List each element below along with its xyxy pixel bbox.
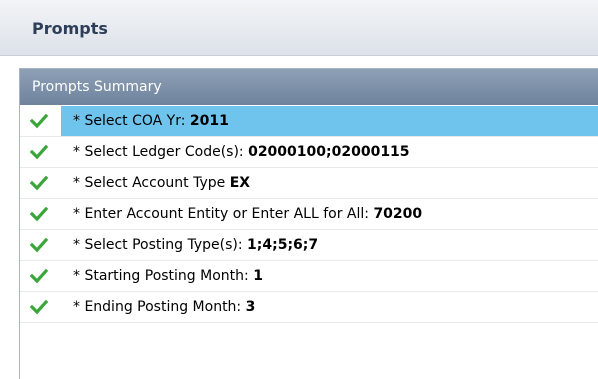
prompt-row-text: * Select COA Yr: 2011 <box>73 113 229 129</box>
checkmark-icon <box>30 299 48 315</box>
prompt-value: 70200 <box>373 206 423 222</box>
prompt-row-label-area[interactable]: * Select Ledger Code(s): 02000100;020001… <box>61 137 598 167</box>
prompt-row-text: * Select Account Type EX <box>73 175 250 191</box>
prompt-row-text: * Enter Account Entity or Enter ALL for … <box>73 206 422 222</box>
prompt-value: 3 <box>245 299 256 315</box>
prompt-row-label-area[interactable]: * Ending Posting Month: 3 <box>61 292 598 322</box>
checkmark-icon <box>30 113 48 129</box>
prompt-label: * Select Posting Type(s): <box>73 237 248 253</box>
prompt-row-text: * Select Posting Type(s): 1;4;5;6;7 <box>73 237 318 253</box>
prompt-row-label-area[interactable]: * Enter Account Entity or Enter ALL for … <box>61 199 598 229</box>
prompt-value: 02000100;02000115 <box>248 144 410 160</box>
prompt-row-account-entity[interactable]: * Enter Account Entity or Enter ALL for … <box>20 199 598 230</box>
prompt-value: 1;4;5;6;7 <box>247 237 319 253</box>
prompt-value: 1 <box>253 268 263 284</box>
prompts-summary-list: * Select COA Yr: 2011 * Select Ledger Co… <box>20 106 598 323</box>
prompt-row-label-area[interactable]: * Select Posting Type(s): 1;4;5;6;7 <box>61 230 598 260</box>
prompts-header: Prompts <box>0 0 598 56</box>
checkmark-icon <box>30 175 48 191</box>
checkmark-icon <box>30 237 48 253</box>
prompt-row-ledger-code[interactable]: * Select Ledger Code(s): 02000100;020001… <box>20 137 598 168</box>
checkmark-icon <box>30 144 48 160</box>
prompts-summary-title: Prompts Summary <box>32 79 162 95</box>
prompts-summary-panel: Prompts Summary * Select COA Yr: 2011 * … <box>19 68 598 379</box>
prompt-label: * Enter Account Entity or Enter ALL for … <box>73 206 374 222</box>
prompt-label: * Select Account Type <box>73 175 230 191</box>
prompt-row-text: * Starting Posting Month: 1 <box>73 268 263 284</box>
prompt-row-label-area[interactable]: * Select COA Yr: 2011 <box>61 106 598 136</box>
prompts-title: Prompts <box>32 19 108 38</box>
prompt-row-ending-month[interactable]: * Ending Posting Month: 3 <box>20 292 598 323</box>
prompt-value: 2011 <box>189 113 229 129</box>
checkmark-icon <box>30 206 48 222</box>
prompt-row-label-area[interactable]: * Starting Posting Month: 1 <box>61 261 598 291</box>
prompt-row-label-area[interactable]: * Select Account Type EX <box>61 168 598 198</box>
checkmark-icon <box>30 268 48 284</box>
prompt-label: * Select COA Yr: <box>73 113 190 129</box>
prompt-value: EX <box>229 175 251 191</box>
prompts-summary-header: Prompts Summary <box>20 69 598 105</box>
prompt-label: * Starting Posting Month: <box>73 268 254 284</box>
prompts-page: Prompts Prompts Summary * Select COA Yr:… <box>0 0 598 379</box>
prompt-label: * Select Ledger Code(s): <box>73 144 249 160</box>
prompt-row-coa-year[interactable]: * Select COA Yr: 2011 <box>20 106 598 137</box>
prompt-row-account-type[interactable]: * Select Account Type EX <box>20 168 598 199</box>
prompt-row-posting-type[interactable]: * Select Posting Type(s): 1;4;5;6;7 <box>20 230 598 261</box>
prompt-row-starting-month[interactable]: * Starting Posting Month: 1 <box>20 261 598 292</box>
prompt-label: * Ending Posting Month: <box>73 299 246 315</box>
prompt-row-text: * Select Ledger Code(s): 02000100;020001… <box>73 144 410 160</box>
prompt-row-text: * Ending Posting Month: 3 <box>73 299 255 315</box>
